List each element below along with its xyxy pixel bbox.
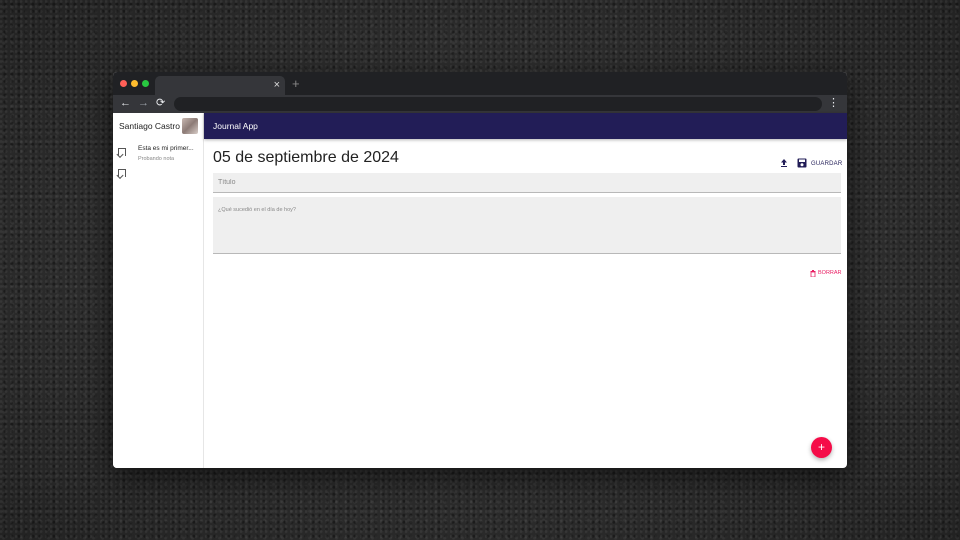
- journal-app: Santiago Castro Esta es mi primer... Pro…: [113, 113, 847, 468]
- delete-label: BORRAR: [818, 270, 842, 276]
- browser-tab[interactable]: ×: [155, 76, 285, 95]
- app-bar: Journal App: [204, 113, 847, 139]
- title-input[interactable]: [213, 173, 841, 193]
- note-title: Esta es mi primer...: [138, 145, 194, 152]
- sidebar: Santiago Castro Esta es mi primer... Pro…: [113, 113, 204, 468]
- new-tab-button[interactable]: +: [292, 76, 300, 91]
- note-subtitle: Probando nota: [138, 156, 175, 162]
- user-name: Santiago Castro: [119, 121, 180, 131]
- sidebar-note-item[interactable]: [113, 165, 203, 191]
- save-button[interactable]: GUARDAR: [797, 155, 842, 173]
- minimize-window-button[interactable]: [131, 80, 138, 87]
- tab-close-icon[interactable]: ×: [274, 78, 280, 92]
- sidebar-note-item[interactable]: Esta es mi primer... Probando nota: [113, 139, 203, 165]
- browser-window: × + ← → ⟳ ⋮ Santiago Castro Esta es mi p…: [113, 72, 847, 468]
- maximize-window-button[interactable]: [142, 80, 149, 87]
- app-title: Journal App: [213, 121, 258, 131]
- reload-icon[interactable]: ⟳: [156, 96, 165, 111]
- back-icon[interactable]: ←: [120, 96, 131, 111]
- save-label: GUARDAR: [811, 161, 843, 167]
- browser-titlebar: × +: [113, 72, 847, 95]
- avatar: [181, 118, 198, 134]
- bookmark-icon: [118, 148, 126, 156]
- note-date: 05 de septiembre de 2024: [213, 149, 399, 166]
- trash-icon: [810, 264, 816, 282]
- add-note-button[interactable]: +: [811, 437, 832, 458]
- address-bar[interactable]: [174, 97, 822, 111]
- delete-button[interactable]: BORRAR: [810, 264, 842, 282]
- save-icon: [797, 155, 807, 173]
- bookmark-icon: [118, 169, 126, 177]
- sidebar-header: Santiago Castro: [113, 113, 203, 139]
- browser-menu-icon[interactable]: ⋮: [828, 96, 839, 111]
- browser-toolbar: ← → ⟳ ⋮: [113, 95, 847, 113]
- body-textarea[interactable]: [213, 197, 841, 254]
- forward-icon[interactable]: →: [138, 96, 149, 111]
- upload-icon[interactable]: [779, 155, 789, 167]
- close-window-button[interactable]: [120, 80, 127, 87]
- main-content: Journal App 05 de septiembre de 2024 GUA…: [204, 113, 847, 468]
